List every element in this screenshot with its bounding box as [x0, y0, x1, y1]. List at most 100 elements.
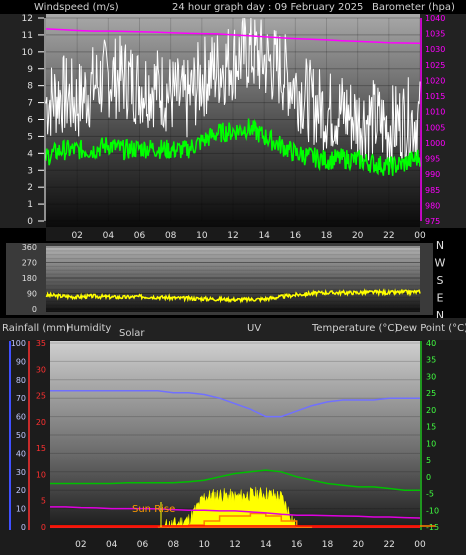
humidity-y-tick-label: 60 — [16, 413, 26, 422]
climate-x-tick-label: 18 — [322, 540, 334, 550]
wind-y-tick-label: 5 — [27, 132, 33, 142]
climate-x-tick-label: 10 — [198, 540, 210, 550]
wind-axis-title: Windspeed (m/s) — [34, 2, 119, 13]
temperature-y-tick-label: -15 — [426, 523, 439, 532]
temperature-y-tick-label: -5 — [426, 490, 434, 499]
wind-x-tick-label: 04 — [103, 231, 115, 241]
humidity-y-tick-label: 80 — [16, 376, 26, 385]
humidity-axis-title: Humidity — [66, 323, 111, 334]
baro-y-tick-label: 1015 — [425, 92, 445, 101]
direction-y-tick-label: 90 — [27, 290, 37, 299]
baro-y-tick-label: 1020 — [425, 76, 445, 85]
climate-x-tick-label: 16 — [291, 540, 303, 550]
baro-y-tick-label: 995 — [425, 155, 440, 164]
rainfall-axis-title: Rainfall (mm) — [2, 323, 70, 334]
rain-y-tick-label: 10 — [36, 470, 46, 479]
wind-x-tick-label: 20 — [352, 231, 364, 241]
dewpoint-axis-title: Dew Point (°C) — [395, 323, 466, 334]
wind-y-tick-label: 11 — [22, 31, 33, 41]
wind-x-tick-label: 00 — [414, 231, 426, 241]
humidity-y-tick-label: 10 — [16, 505, 26, 514]
wind-x-tick-label: 10 — [196, 231, 208, 241]
baro-y-tick-label: 1040 — [425, 14, 445, 23]
wind-y-tick-label: 10 — [22, 48, 34, 58]
baro-y-tick-label: 1010 — [425, 108, 445, 117]
wind-y-tick-label: 7 — [27, 99, 33, 109]
temperature-axis-title: Temperature (°C) — [311, 323, 398, 334]
climate-x-tick-label: 12 — [229, 540, 240, 550]
baro-y-tick-label: 1005 — [425, 123, 445, 132]
rain-y-tick-label: 25 — [36, 392, 46, 401]
humidity-y-tick-label: 70 — [16, 394, 26, 403]
baro-y-tick-label: 990 — [425, 170, 440, 179]
direction-y-tick-label: 180 — [22, 274, 37, 283]
humidity-y-tick-label: 20 — [16, 486, 26, 495]
rain-y-tick-label: 0 — [41, 523, 46, 532]
direction-y-tick-label: 0 — [32, 305, 37, 314]
humidity-y-tick-label: 90 — [16, 357, 26, 366]
weather-graph: Windspeed (m/s) 24 hour graph day : 09 F… — [0, 0, 466, 555]
compass-label: W — [435, 257, 446, 270]
climate-x-tick-label: 02 — [75, 540, 86, 550]
wind-x-tick-label: 12 — [227, 231, 238, 241]
humidity-y-tick-label: 100 — [11, 339, 26, 348]
wind-y-tick-label: 3 — [27, 166, 33, 176]
rain-y-tick-label: 30 — [36, 365, 46, 374]
baro-y-tick-label: 980 — [425, 201, 440, 210]
compass-label: N — [436, 239, 444, 252]
wind-x-tick-label: 22 — [383, 231, 394, 241]
baro-y-tick-label: 1035 — [425, 30, 445, 39]
baro-y-tick-label: 1000 — [425, 139, 445, 148]
climate-x-tick-label: 04 — [106, 540, 118, 550]
temperature-y-tick-label: 0 — [426, 473, 431, 482]
temperature-y-tick-label: 40 — [426, 339, 436, 348]
baro-y-tick-label: 985 — [425, 186, 440, 195]
baro-y-tick-label: 1030 — [425, 45, 445, 54]
baro-y-tick-label: 975 — [425, 217, 440, 226]
solar-axis-title: Solar — [119, 328, 145, 339]
direction-y-tick-label: 270 — [22, 259, 37, 268]
climate-x-tick-label: 00 — [414, 540, 426, 550]
sun-rise-label: Sun Rise — [132, 504, 175, 515]
humidity-y-tick-label: 0 — [21, 523, 26, 532]
wind-x-tick-label: 02 — [71, 231, 82, 241]
climate-x-tick-label: 08 — [168, 540, 180, 550]
wind-y-tick-label: 1 — [27, 200, 33, 210]
baro-y-tick-label: 1025 — [425, 61, 445, 70]
rain-y-tick-label: 5 — [41, 497, 46, 506]
rain-y-tick-label: 35 — [36, 339, 46, 348]
wind-x-tick-label: 08 — [165, 231, 177, 241]
compass-label: E — [437, 292, 444, 305]
climate-x-tick-label: 06 — [137, 540, 149, 550]
rain-y-tick-label: 20 — [36, 418, 46, 427]
climate-x-tick-label: 14 — [260, 540, 272, 550]
wind-y-tick-label: 8 — [27, 82, 33, 92]
temperature-y-tick-label: 15 — [426, 423, 436, 432]
temperature-y-tick-label: 5 — [426, 456, 431, 465]
humidity-y-tick-label: 50 — [16, 431, 26, 440]
wind-y-tick-label: 9 — [27, 65, 33, 75]
temperature-y-tick-label: 30 — [426, 372, 436, 381]
wind-y-tick-label: 6 — [27, 116, 33, 126]
direction-plot-area — [46, 246, 420, 312]
wind-y-tick-label: 4 — [27, 149, 33, 159]
uv-axis-title: UV — [247, 323, 261, 334]
wind-x-tick-label: 14 — [258, 231, 270, 241]
temperature-y-tick-label: 20 — [426, 406, 436, 415]
climate-x-tick-label: 22 — [383, 540, 394, 550]
temperature-y-tick-label: 10 — [426, 439, 436, 448]
compass-label: S — [437, 274, 444, 287]
temperature-y-tick-label: -10 — [426, 506, 439, 515]
barometer-axis-title: Barometer (hpa) — [372, 2, 455, 13]
humidity-y-tick-label: 30 — [16, 468, 26, 477]
chart-date-title: 24 hour graph day : 09 February 2025 — [172, 2, 363, 13]
weather-graph-svg: Windspeed (m/s) 24 hour graph day : 09 F… — [0, 0, 466, 555]
wind-y-tick-label: 12 — [22, 14, 33, 24]
wind-y-tick-label: 2 — [27, 183, 33, 193]
wind-x-tick-label: 18 — [321, 231, 333, 241]
wind-x-tick-label: 06 — [134, 231, 146, 241]
temperature-y-tick-label: 25 — [426, 389, 436, 398]
temperature-y-tick-label: 35 — [426, 356, 436, 365]
wind-y-tick-label: 0 — [27, 217, 33, 227]
wind-x-tick-label: 16 — [290, 231, 302, 241]
